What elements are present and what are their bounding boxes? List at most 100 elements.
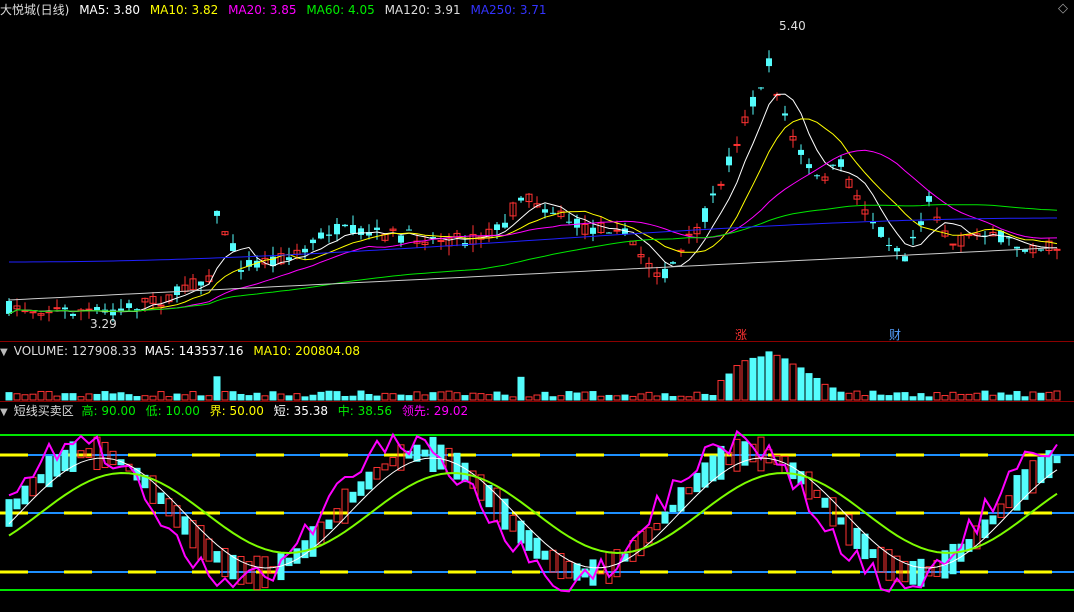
volume-bar xyxy=(589,391,597,401)
ind-bar xyxy=(813,489,821,498)
candle-body xyxy=(910,236,916,239)
volume-bar xyxy=(29,393,37,401)
ind-bar xyxy=(173,505,181,528)
volume-bar xyxy=(45,391,53,401)
candle-body xyxy=(702,208,708,222)
volume-bar xyxy=(1037,392,1045,401)
triangle-down-icon[interactable]: ▼ xyxy=(0,407,8,418)
candle-body xyxy=(350,225,356,234)
ind-bar xyxy=(637,530,645,557)
ind-bar xyxy=(205,538,213,562)
candle-body xyxy=(302,248,308,253)
ind-bar xyxy=(605,551,613,584)
volume-bar xyxy=(341,395,349,401)
volume-bar xyxy=(365,394,373,401)
volume-bar xyxy=(405,395,413,401)
volume-bar xyxy=(717,379,725,401)
volume-bar xyxy=(533,394,541,401)
volume-bar xyxy=(309,394,317,401)
ind-bar xyxy=(853,527,861,549)
volume-bar xyxy=(285,395,293,401)
volume-bar xyxy=(773,354,781,401)
ind-bar xyxy=(357,481,365,496)
volume-bar xyxy=(53,395,61,401)
candle-body xyxy=(214,210,220,216)
ind-bar xyxy=(453,452,461,480)
volume-bar xyxy=(325,390,333,401)
candle-body xyxy=(134,309,140,311)
ind-bar xyxy=(565,560,573,579)
volume-bar xyxy=(669,396,677,401)
candle-body xyxy=(949,243,957,246)
candle-body xyxy=(717,183,725,186)
volume-bar xyxy=(789,363,797,401)
candle-body xyxy=(798,149,804,155)
volume-bar xyxy=(149,395,157,401)
ind-bar xyxy=(1053,455,1061,464)
volume-bar xyxy=(429,392,437,401)
volume-bar xyxy=(21,394,29,401)
candle-body xyxy=(6,301,12,314)
ind-bar xyxy=(1029,460,1037,494)
volume-bar xyxy=(5,392,13,401)
volume-bar xyxy=(837,391,845,401)
volume-bar xyxy=(93,393,101,401)
volume-bar xyxy=(997,392,1005,401)
volume-bar xyxy=(749,357,757,401)
volume-bar xyxy=(445,390,453,401)
volume-bar xyxy=(13,393,21,401)
ind-bar xyxy=(1005,495,1013,509)
volume-bar xyxy=(757,356,765,401)
volume-bar xyxy=(133,396,141,401)
ind-jie: 界: 50.00 xyxy=(209,404,264,418)
separator-mid xyxy=(0,401,1074,402)
ind-bar xyxy=(461,462,469,483)
volume-bar xyxy=(77,396,85,401)
candle-body xyxy=(126,303,132,308)
ind-bar xyxy=(181,516,189,535)
ind-bar xyxy=(389,456,397,467)
volume-bar xyxy=(709,395,717,401)
volume-bar xyxy=(501,394,509,401)
candle-body xyxy=(894,247,900,252)
volume-bar xyxy=(461,395,469,401)
volume-bar xyxy=(157,391,165,401)
indicator-name[interactable]: 短线买卖区 xyxy=(14,404,74,418)
candle-body xyxy=(342,224,348,227)
volume-bar xyxy=(893,392,901,401)
volume-bar xyxy=(1053,390,1061,401)
low-price-mark: 3.29 xyxy=(90,317,117,331)
ind-bar xyxy=(213,551,221,563)
volume-bar xyxy=(829,387,837,401)
volume-bar xyxy=(421,394,429,401)
ind-bar xyxy=(157,492,165,505)
candle-body xyxy=(613,229,621,232)
ind-bar xyxy=(549,549,557,573)
volume-bar xyxy=(605,394,613,401)
vol-ma5-legend: MA5: 143537.16 xyxy=(144,344,244,358)
volume-bar xyxy=(301,396,309,401)
triangle-down-icon[interactable]: ▼ xyxy=(0,347,8,358)
ind-bar xyxy=(701,462,709,488)
ind-high: 高: 90.00 xyxy=(81,404,136,418)
volume-bar xyxy=(973,392,981,401)
ind-bar xyxy=(997,503,1005,518)
volume-bar xyxy=(653,395,661,401)
candle-body xyxy=(21,310,29,313)
candle-body xyxy=(518,197,524,201)
ma20-line xyxy=(8,149,1058,315)
candle-body xyxy=(750,96,756,107)
candle-body xyxy=(29,311,37,314)
candle-body xyxy=(238,270,244,272)
candle-body xyxy=(230,243,236,251)
candle-body xyxy=(878,227,884,237)
volume-bar xyxy=(797,367,805,401)
volume-bar xyxy=(781,358,789,401)
chart-canvas[interactable] xyxy=(0,0,1074,612)
volume-bar xyxy=(37,390,45,401)
ind-bar xyxy=(709,455,717,482)
candle-body xyxy=(310,239,316,244)
ind-bar xyxy=(421,449,429,457)
volume-bar xyxy=(957,393,965,401)
candle-body xyxy=(918,221,924,226)
